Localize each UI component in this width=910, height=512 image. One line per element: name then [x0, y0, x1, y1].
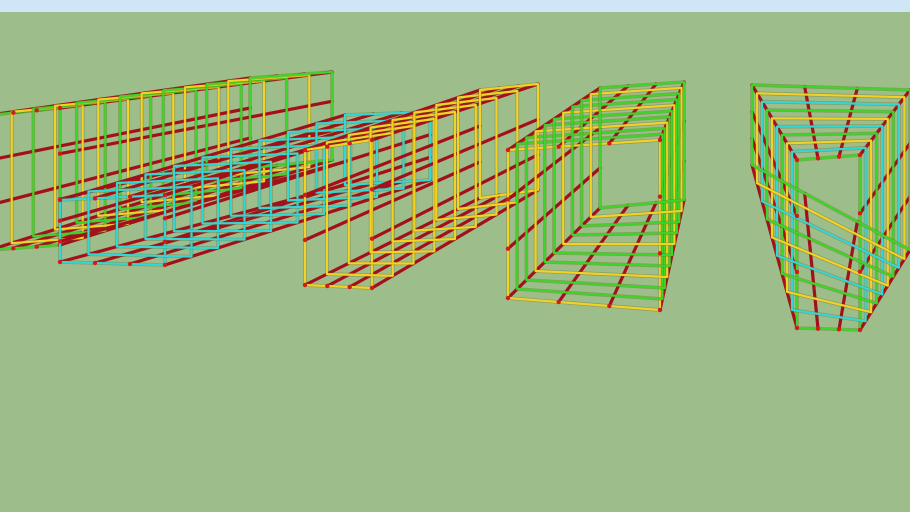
- bar-end: [369, 187, 375, 192]
- bar-end: [57, 105, 63, 111]
- model-viewport[interactable]: [0, 0, 910, 512]
- bar-end: [794, 269, 800, 275]
- longitudinal-bar: [0, 106, 252, 160]
- bar-end: [505, 197, 511, 202]
- bar-end: [369, 137, 375, 143]
- bar-end: [127, 261, 133, 267]
- bar-end: [857, 269, 863, 274]
- bar-end: [325, 144, 330, 149]
- bar-end: [657, 137, 663, 143]
- longitudinal-bar: [858, 88, 910, 157]
- bar-end: [556, 144, 561, 149]
- bar-end: [325, 283, 330, 289]
- bar-end: [162, 216, 168, 221]
- bar-end: [92, 196, 98, 201]
- rebar-cage-2[interactable]: [57, 82, 540, 291]
- bar-end: [302, 147, 308, 153]
- bar-end: [657, 194, 663, 199]
- bar-end: [857, 327, 863, 333]
- bar-end: [657, 307, 663, 313]
- bar-end: [794, 157, 800, 163]
- bar-end: [11, 246, 16, 251]
- bar-end: [57, 151, 63, 156]
- bar-end: [794, 325, 800, 331]
- longitudinal-bar: [837, 220, 859, 331]
- bar-end: [556, 299, 561, 305]
- bar-end: [34, 244, 39, 249]
- stirrup: [0, 106, 62, 251]
- rebar-cage-4[interactable]: [750, 83, 910, 333]
- bar-end: [836, 327, 842, 332]
- bar-end: [11, 110, 16, 115]
- bar-end: [607, 141, 612, 146]
- longitudinal-bar: [803, 85, 820, 160]
- bar-end: [34, 108, 39, 113]
- bar-end: [369, 285, 375, 291]
- bar-end: [857, 211, 863, 216]
- bar-end: [162, 192, 168, 198]
- bar-end: [505, 295, 511, 301]
- bar-end: [57, 197, 63, 203]
- bar-end: [57, 259, 63, 265]
- rebar-cage-3[interactable]: [505, 80, 686, 313]
- bar-end: [347, 141, 352, 146]
- bar-end: [162, 239, 168, 244]
- bar-end: [57, 239, 63, 244]
- bar-end: [302, 237, 308, 243]
- bar-end: [127, 194, 133, 199]
- bar-end: [57, 218, 63, 223]
- bar-end: [302, 282, 308, 288]
- bar-end: [302, 192, 308, 198]
- stirrup-shadow: [0, 106, 62, 252]
- longitudinal-bar: [837, 86, 859, 159]
- bar-end: [92, 260, 98, 266]
- bar-end: [505, 147, 511, 153]
- bar-end: [347, 284, 352, 290]
- bar-end: [815, 156, 821, 161]
- bar-end: [162, 262, 168, 268]
- bar-end: [836, 154, 842, 159]
- bar-end: [369, 236, 375, 241]
- bar-end: [657, 251, 663, 256]
- bar-end: [505, 246, 511, 251]
- bar-end: [607, 303, 612, 309]
- bar-end: [857, 152, 863, 158]
- longitudinal-bar: [858, 141, 910, 215]
- bar-end: [794, 213, 800, 219]
- rebar-scene[interactable]: [0, 0, 910, 512]
- bar-end: [815, 326, 821, 331]
